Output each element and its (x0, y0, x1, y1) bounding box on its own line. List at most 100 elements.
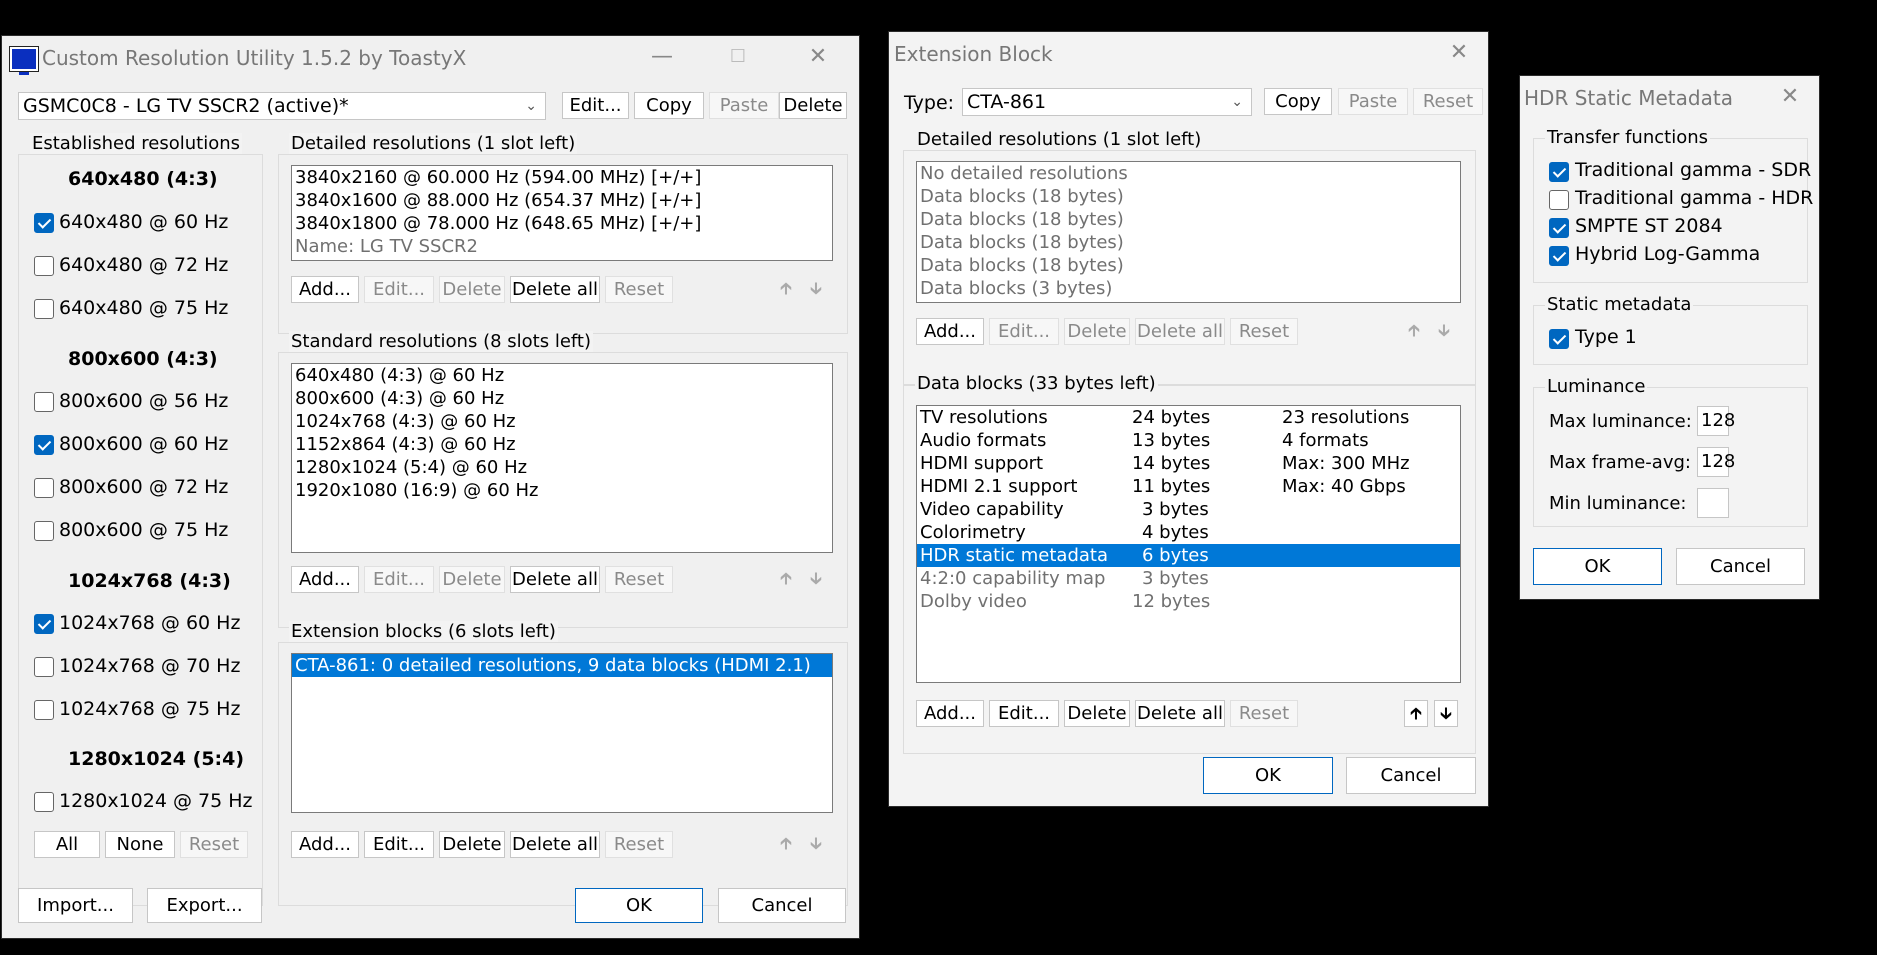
list-item[interactable]: Data blocks (18 bytes) (917, 208, 1460, 231)
move-down-icon[interactable]: 🡳 (804, 566, 828, 593)
delete-monitor-button[interactable]: Delete (779, 92, 847, 119)
established-checkbox[interactable] (34, 435, 54, 455)
extension-reset-button[interactable]: Reset (605, 831, 673, 858)
title-bar[interactable]: HDR Static Metadata ✕ (1520, 76, 1819, 118)
datablocks-list[interactable]: TV resolutions 24 bytes 23 resolutions Aud… (916, 405, 1461, 683)
close-icon[interactable]: ✕ (798, 42, 838, 72)
list-item[interactable]: 1280x1024 (5:4) @ 60 Hz (292, 456, 832, 479)
type-select[interactable]: CTA-861 ⌄ (962, 88, 1252, 116)
detailed-delete-button[interactable]: Delete (439, 276, 505, 303)
minimize-icon[interactable]: — (642, 42, 682, 72)
detailed-delete-button[interactable]: Delete (1064, 318, 1130, 345)
established-checkbox[interactable] (34, 700, 54, 720)
established-checkbox[interactable] (34, 299, 54, 319)
maximize-icon[interactable]: ☐ (718, 42, 758, 72)
list-item[interactable]: Data blocks (18 bytes) (917, 231, 1460, 254)
datablocks-reset-button[interactable]: Reset (1230, 700, 1298, 727)
extension-list[interactable]: CTA-861: 0 detailed resolutions, 9 data … (291, 653, 833, 813)
detailed-edit-button[interactable]: Edit... (989, 318, 1059, 345)
move-up-icon[interactable]: 🡱 (1402, 318, 1426, 345)
datablocks-delete-all-button[interactable]: Delete all (1135, 700, 1225, 727)
import-button[interactable]: Import... (18, 888, 133, 923)
paste-button[interactable]: Paste (709, 92, 779, 119)
detailed-edit-button[interactable]: Edit... (364, 276, 434, 303)
datablocks-edit-button[interactable]: Edit... (989, 700, 1059, 727)
list-item[interactable]: 1920x1080 (16:9) @ 60 Hz (292, 479, 832, 502)
list-item[interactable]: 1024x768 (4:3) @ 60 Hz (292, 410, 832, 433)
transfer-checkbox[interactable] (1549, 190, 1569, 210)
established-checkbox[interactable] (34, 614, 54, 634)
type1-checkbox[interactable] (1549, 329, 1569, 349)
detailed-list[interactable]: No detailed resolutions Data blocks (18 … (916, 161, 1461, 303)
established-checkbox[interactable] (34, 657, 54, 677)
transfer-checkbox[interactable] (1549, 218, 1569, 238)
extension-add-button[interactable]: Add... (291, 831, 359, 858)
list-item[interactable]: 640x480 (4:3) @ 60 Hz (292, 364, 832, 387)
move-up-icon[interactable]: 🡱 (774, 276, 798, 303)
copy-button[interactable]: Copy (634, 92, 704, 119)
standard-list[interactable]: 640x480 (4:3) @ 60 Hz 800x600 (4:3) @ 60… (291, 363, 833, 553)
ok-button[interactable]: OK (575, 888, 703, 923)
table-row[interactable]: HDMI support 14 bytes Max: 300 MHz (917, 452, 1460, 475)
datablocks-add-button[interactable]: Add... (916, 700, 984, 727)
detailed-add-button[interactable]: Add... (916, 318, 984, 345)
paste-button[interactable]: Paste (1338, 88, 1408, 115)
established-checkbox[interactable] (34, 521, 54, 541)
edit-monitor-button[interactable]: Edit... (562, 92, 629, 119)
title-bar[interactable]: Custom Resolution Utility 1.5.2 by Toast… (2, 36, 859, 78)
move-down-icon[interactable]: 🡳 (804, 831, 828, 858)
datablocks-delete-button[interactable]: Delete (1064, 700, 1130, 727)
ok-button[interactable]: OK (1203, 757, 1333, 794)
move-up-icon[interactable]: 🡱 (1404, 700, 1428, 727)
established-reset-button[interactable]: Reset (180, 831, 248, 858)
list-item[interactable]: Data blocks (18 bytes) (917, 185, 1460, 208)
table-row[interactable]: Video capability 3 bytes (917, 498, 1460, 521)
transfer-checkbox[interactable] (1549, 162, 1569, 182)
ok-button[interactable]: OK (1533, 548, 1662, 585)
cancel-button[interactable]: Cancel (1346, 757, 1476, 794)
detailed-delete-all-button[interactable]: Delete all (510, 276, 600, 303)
detailed-reset-button[interactable]: Reset (1230, 318, 1298, 345)
list-item[interactable]: 3840x1600 @ 88.000 Hz (654.37 MHz) [+/+] (292, 189, 832, 212)
move-down-icon[interactable]: 🡳 (1434, 700, 1458, 727)
detailed-delete-all-button[interactable]: Delete all (1135, 318, 1225, 345)
monitor-select[interactable]: GSMC0C8 - LG TV SSCR2 (active)* ⌄ (18, 92, 546, 120)
established-checkbox[interactable] (34, 256, 54, 276)
list-item[interactable]: 1152x864 (4:3) @ 60 Hz (292, 433, 832, 456)
table-row[interactable]: HDR static metadata 6 bytes (917, 544, 1460, 567)
list-item[interactable]: Data blocks (3 bytes) (917, 277, 1460, 300)
move-up-icon[interactable]: 🡱 (774, 566, 798, 593)
reset-button[interactable]: Reset (1413, 88, 1483, 115)
detailed-add-button[interactable]: Add... (291, 276, 359, 303)
cancel-button[interactable]: Cancel (718, 888, 846, 923)
transfer-checkbox[interactable] (1549, 246, 1569, 266)
list-item[interactable]: CTA-861: 0 detailed resolutions, 9 data … (292, 654, 832, 677)
standard-delete-button[interactable]: Delete (439, 566, 505, 593)
close-icon[interactable]: ✕ (1770, 82, 1810, 112)
none-button[interactable]: None (105, 831, 175, 858)
standard-edit-button[interactable]: Edit... (364, 566, 434, 593)
list-item[interactable]: No detailed resolutions (917, 162, 1460, 185)
move-down-icon[interactable]: 🡳 (1432, 318, 1456, 345)
list-item[interactable]: Name: LG TV SSCR2 (292, 235, 832, 258)
established-checkbox[interactable] (34, 213, 54, 233)
extension-edit-button[interactable]: Edit... (364, 831, 434, 858)
established-checkbox[interactable] (34, 392, 54, 412)
list-item[interactable]: 3840x2160 @ 60.000 Hz (594.00 MHz) [+/+] (292, 166, 832, 189)
table-row[interactable]: 4:2:0 capability map 3 bytes (917, 567, 1460, 590)
standard-delete-all-button[interactable]: Delete all (510, 566, 600, 593)
table-row[interactable]: HDMI 2.1 support 11 bytes Max: 40 Gbps (917, 475, 1460, 498)
move-up-icon[interactable]: 🡱 (774, 831, 798, 858)
extension-delete-button[interactable]: Delete (439, 831, 505, 858)
table-row[interactable]: Audio formats 13 bytes 4 formats (917, 429, 1460, 452)
established-checkbox[interactable] (34, 792, 54, 812)
table-row[interactable]: Colorimetry 4 bytes (917, 521, 1460, 544)
cancel-button[interactable]: Cancel (1676, 548, 1805, 585)
max-luminance-field[interactable]: 128 (1697, 406, 1735, 436)
close-icon[interactable]: ✕ (1439, 38, 1479, 68)
standard-reset-button[interactable]: Reset (605, 566, 673, 593)
max-frame-avg-field[interactable]: 128 (1697, 447, 1735, 477)
list-item[interactable]: Data blocks (18 bytes) (917, 254, 1460, 277)
list-item[interactable]: 3840x1800 @ 78.000 Hz (648.65 MHz) [+/+] (292, 212, 832, 235)
established-checkbox[interactable] (34, 478, 54, 498)
